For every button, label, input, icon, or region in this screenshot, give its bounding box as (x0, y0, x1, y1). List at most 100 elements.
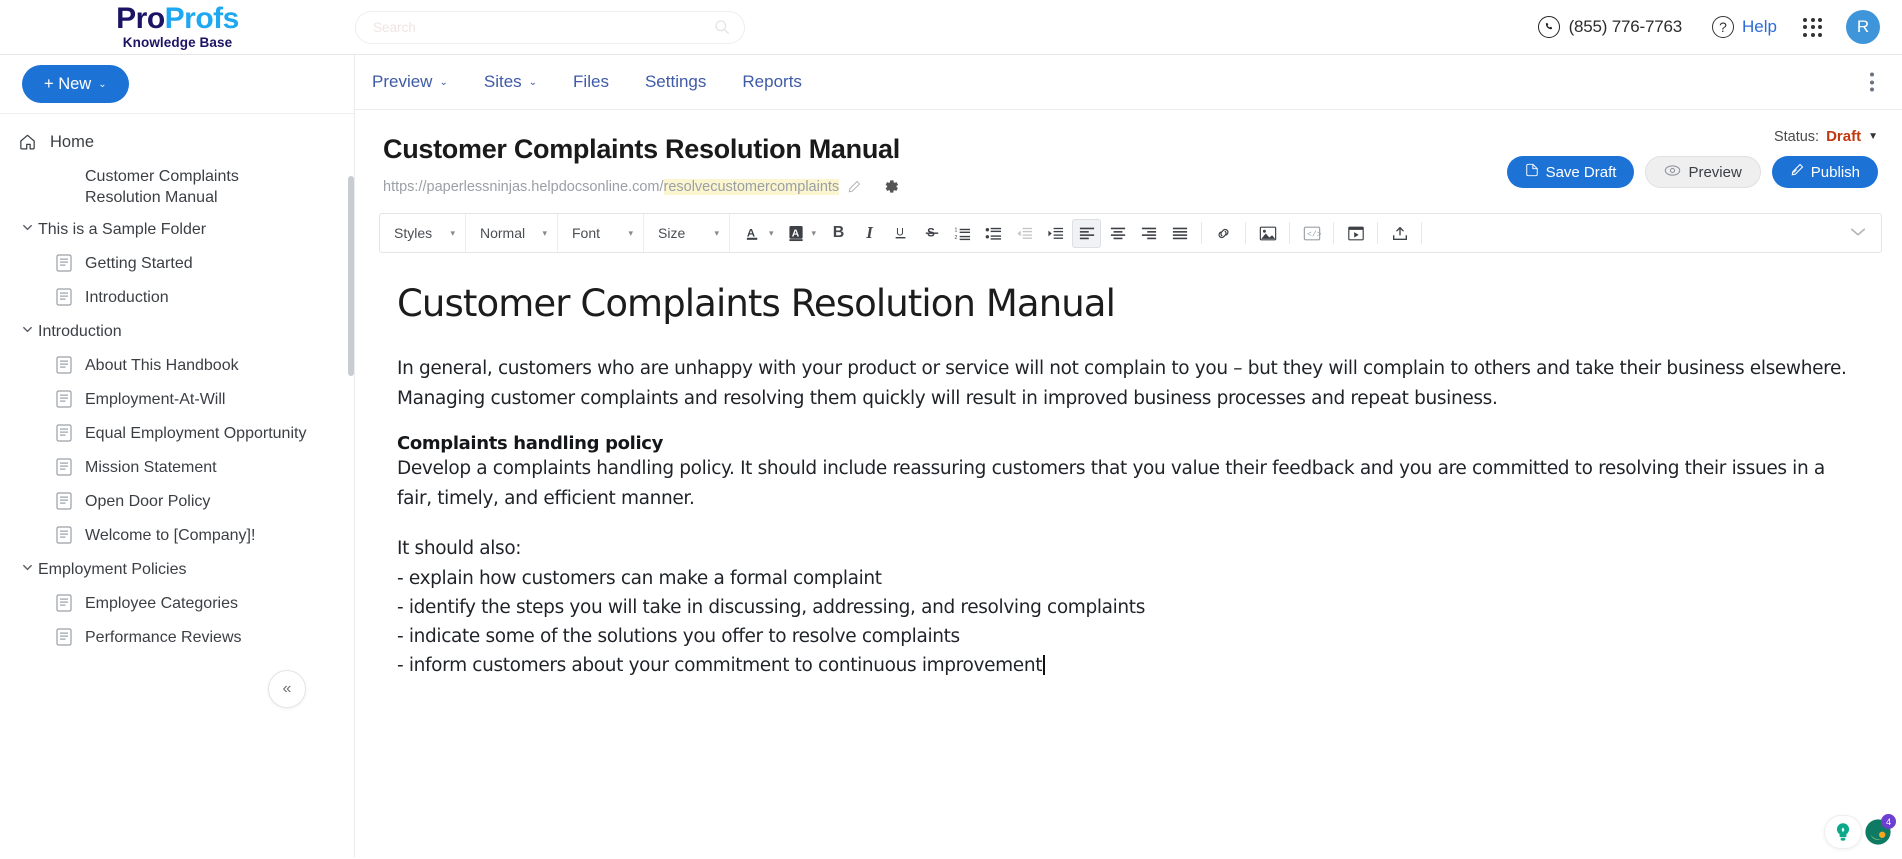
proprofs-logo[interactable]: ProProfs Knowledge Base (0, 0, 355, 55)
left-sidebar: + New ⌄ Home Customer Complaints Resoluti… (0, 55, 355, 857)
sidebar-item-mission-statement[interactable]: Mission Statement (0, 451, 355, 485)
insert-image-button[interactable] (1253, 219, 1282, 248)
new-button[interactable]: + New ⌄ (22, 65, 129, 103)
chevron-down-icon: ▾ (542, 227, 547, 238)
chevron-down-icon[interactable] (16, 323, 38, 336)
upload-button[interactable] (1385, 219, 1414, 248)
document-icon (56, 424, 72, 442)
sidebar-tree: Home Customer Complaints Resolution Manua… (0, 114, 355, 655)
sidebar-tree-scroll[interactable]: Home Customer Complaints Resolution Manua… (0, 113, 355, 857)
styles-select-label: Styles (394, 225, 433, 241)
chevron-down-icon: ⌄ (528, 76, 538, 88)
page-settings-gear-icon[interactable] (883, 178, 900, 195)
nav-tab-label: Sites (483, 72, 522, 91)
background-color-caret-icon[interactable]: ▾ (812, 228, 817, 239)
chat-widget-button[interactable]: 4 (1864, 814, 1896, 846)
italic-button[interactable]: I (855, 219, 884, 248)
collapse-sidebar-button[interactable]: « (268, 670, 306, 708)
document-icon (56, 356, 72, 374)
text-color-button[interactable]: A (739, 219, 768, 248)
font-select[interactable]: Font ▾ (558, 214, 644, 252)
svg-text:A: A (747, 227, 755, 239)
sidebar-item-this-is-a-sample-folder[interactable]: This is a Sample Folder (0, 213, 355, 247)
size-select[interactable]: Size ▾ (644, 214, 730, 252)
nav-tab-preview[interactable]: Preview ⌄ (372, 72, 448, 92)
align-left-button[interactable] (1072, 218, 1102, 248)
sidebar-scrollbar[interactable] (348, 176, 354, 376)
document-header: Customer Complaints Resolution Manual ht… (355, 110, 1902, 195)
floating-widgets: 4 (1824, 814, 1896, 849)
editor-section-heading: Complaints handling policy (397, 433, 663, 455)
publish-button[interactable]: Publish (1771, 156, 1878, 188)
text-color-caret-icon[interactable]: ▾ (769, 228, 774, 239)
status-label: Status: (1773, 128, 1820, 145)
url-slug: resolvecustomercomplaints (663, 178, 840, 195)
sidebar-item-label: Employment Policies (38, 561, 187, 578)
preview-button[interactable]: Preview (1645, 156, 1761, 188)
insert-link-button[interactable] (1209, 219, 1238, 248)
sidebar-item-home[interactable]: Home (0, 126, 355, 160)
insert-code-button[interactable]: </> (1297, 219, 1326, 248)
chevron-down-icon[interactable] (16, 221, 38, 234)
status-badge: Status: Draft ▼ (1507, 128, 1878, 145)
sidebar-item-equal-employment-opportunity[interactable]: Equal Employment Opportunity (0, 417, 355, 451)
publish-pencil-icon (1790, 163, 1804, 181)
nav-tab-label: Reports (742, 72, 802, 91)
numbered-list-button[interactable]: 12 (948, 219, 977, 248)
logo-wordmark: ProProfs (116, 4, 239, 34)
sidebar-item-introduction[interactable]: Introduction (0, 315, 355, 349)
chevron-down-icon[interactable] (16, 561, 38, 574)
status-dropdown-caret-icon[interactable]: ▼ (1868, 131, 1878, 142)
background-color-button[interactable]: A (782, 219, 811, 248)
insert-video-button[interactable] (1341, 219, 1370, 248)
nav-tab-files[interactable]: Files (573, 72, 609, 92)
document-icon (56, 288, 72, 306)
edit-url-pencil-icon[interactable] (847, 180, 861, 194)
sidebar-item-about-this-handbook[interactable]: About This Handbook (0, 349, 355, 383)
document-actions: Status: Draft ▼ Save Draft Preview Publi… (1506, 128, 1878, 188)
styles-select[interactable]: Styles ▾ (380, 214, 466, 252)
align-center-button[interactable] (1103, 219, 1132, 248)
search-box[interactable] (355, 10, 745, 44)
sidebar-item-employment-policies[interactable]: Employment Policies (0, 553, 355, 587)
outdent-button[interactable] (1010, 219, 1039, 248)
apps-grid-icon[interactable] (1803, 17, 1822, 37)
svg-text:U: U (896, 227, 904, 239)
bullet-list-button[interactable] (979, 219, 1008, 248)
status-value: Draft (1826, 128, 1862, 145)
sidebar-item-introduction[interactable]: Introduction (0, 281, 355, 315)
help-bulb-pill[interactable] (1824, 815, 1862, 849)
sidebar-item-open-door-policy[interactable]: Open Door Policy (0, 485, 355, 519)
sidebar-item-label: Performance Reviews (85, 629, 242, 646)
nav-tab-settings[interactable]: Settings (645, 72, 706, 92)
help-icon: ? (1712, 16, 1735, 38)
bold-button[interactable]: B (824, 219, 853, 248)
support-phone[interactable]: (855) 776-7763 (1537, 16, 1682, 38)
user-avatar[interactable]: R (1846, 10, 1880, 44)
chevron-down-icon: ⌄ (439, 76, 448, 88)
nav-tab-sites[interactable]: Sites ⌄ (484, 72, 537, 92)
nav-tab-reports[interactable]: Reports (742, 72, 802, 92)
sidebar-item-customer-complaints-resolution-manual[interactable]: Customer Complaints Resolution Manual (0, 160, 355, 213)
editor-content-area[interactable]: Customer Complaints Resolution Manual In… (379, 269, 1882, 859)
indent-button[interactable] (1041, 219, 1070, 248)
sidebar-item-welcome-to-company[interactable]: Welcome to [Company]! (0, 519, 355, 553)
search-input[interactable] (373, 19, 714, 35)
sidebar-item-getting-started[interactable]: Getting Started (0, 247, 355, 281)
lightbulb-icon[interactable] (1832, 821, 1854, 843)
align-justify-button[interactable] (1165, 219, 1194, 248)
format-select-label: Normal (480, 225, 526, 241)
underline-button[interactable]: U (886, 219, 915, 248)
save-draft-label: Save Draft (1545, 163, 1617, 181)
more-options-kebab-icon[interactable] (1866, 69, 1878, 96)
sidebar-item-label: Employment-At-Will (85, 391, 226, 408)
sidebar-item-performance-reviews[interactable]: Performance Reviews (0, 621, 355, 655)
help-link[interactable]: ? Help (1712, 16, 1777, 38)
sidebar-item-employment-at-will[interactable]: Employment-At-Will (0, 383, 355, 417)
strikethrough-button[interactable]: S (917, 219, 946, 248)
toolbar-collapse-button[interactable] (1849, 225, 1867, 242)
format-select[interactable]: Normal ▾ (466, 214, 558, 252)
sidebar-item-employee-categories[interactable]: Employee Categories (0, 587, 355, 621)
save-draft-button[interactable]: Save Draft (1506, 156, 1635, 188)
align-right-button[interactable] (1134, 219, 1163, 248)
